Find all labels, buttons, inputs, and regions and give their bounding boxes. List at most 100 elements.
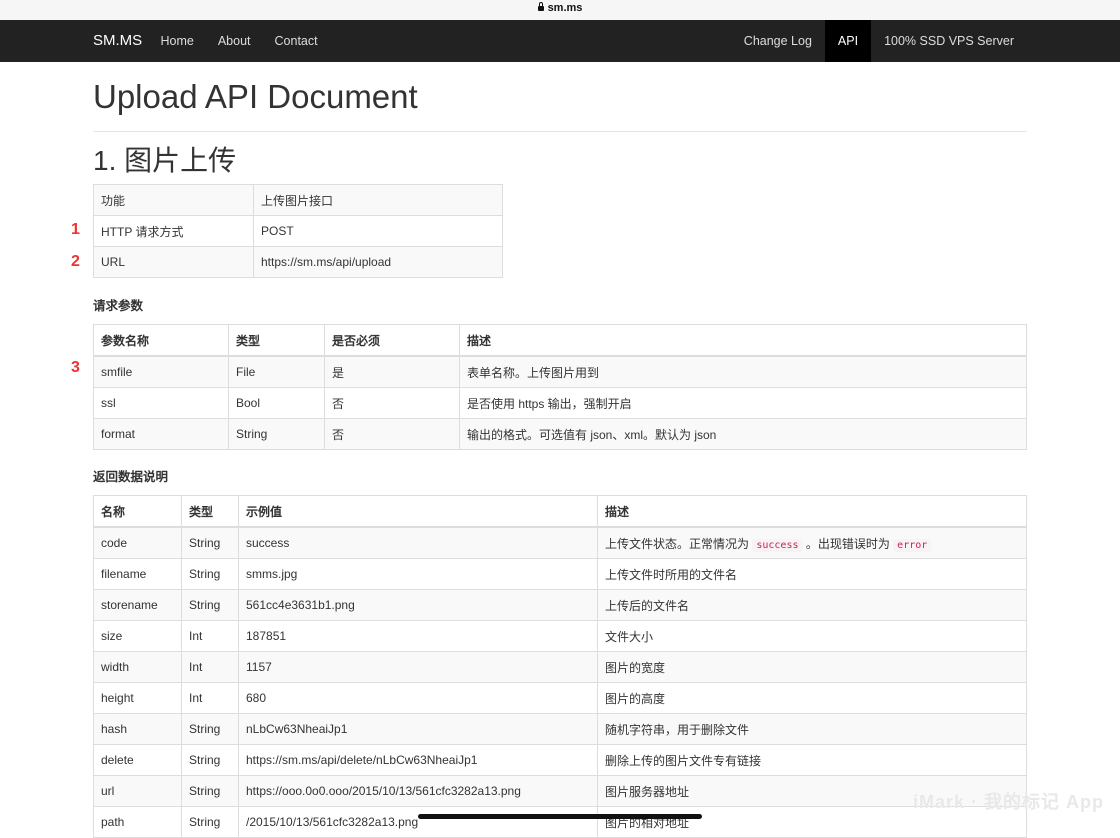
- table-row: path String /2015/10/13/561cfc3282a13.pn…: [93, 806, 1027, 838]
- table-row: url String https://ooo.0o0.ooo/2015/10/1…: [93, 775, 1027, 807]
- field-type: String: [181, 713, 239, 745]
- table-row: 功能 上传图片接口: [93, 184, 503, 216]
- param-type: String: [228, 418, 325, 450]
- address-bar[interactable]: sm.ms: [0, 0, 1120, 20]
- field-name: path: [93, 806, 182, 838]
- param-name: smfile: [93, 355, 229, 388]
- desc-text: 上传文件状态。正常情况为: [605, 536, 753, 551]
- annotation-marker-3: 3: [71, 359, 80, 376]
- param-required: 否: [324, 418, 460, 450]
- field-desc: 文件大小: [597, 620, 1027, 652]
- field-desc: 上传文件时所用的文件名: [597, 558, 1027, 590]
- nav-changelog-link[interactable]: Change Log: [731, 20, 825, 62]
- table-row: code String success 上传文件状态。正常情况为 success…: [93, 526, 1027, 559]
- code-success: success: [752, 538, 803, 552]
- field-desc: 图片的宽度: [597, 651, 1027, 683]
- nav-vps-link[interactable]: 100% SSD VPS Server: [871, 20, 1027, 62]
- param-desc: 是否使用 https 输出，强制开启: [459, 387, 1027, 419]
- info-value: POST: [253, 215, 503, 247]
- field-type: String: [181, 744, 239, 776]
- info-key: 功能: [93, 184, 254, 216]
- param-desc: 表单名称。上传图片用到: [459, 355, 1027, 388]
- table-row: URL https://sm.ms/api/upload: [93, 246, 503, 278]
- table-row: width Int 1157 图片的宽度: [93, 651, 1027, 683]
- param-desc: 输出的格式。可选值有 json、xml。默认为 json: [459, 418, 1027, 450]
- nav-api-link[interactable]: API: [824, 20, 872, 62]
- table-row: format String 否 输出的格式。可选值有 json、xml。默认为 …: [93, 418, 1027, 450]
- brand-logo[interactable]: SM.MS: [93, 20, 142, 62]
- field-desc: 上传后的文件名: [597, 589, 1027, 621]
- table-row: size Int 187851 文件大小: [93, 620, 1027, 652]
- field-type: String: [181, 775, 239, 807]
- table-header-row: 名称 类型 示例值 描述: [93, 495, 1027, 528]
- col-header: 是否必须: [324, 324, 460, 357]
- watermark: iMark · 我的标记 App: [912, 792, 1104, 812]
- field-example: https://sm.ms/api/delete/nLbCw63NheaiJp1: [238, 744, 598, 776]
- nav-contact-link[interactable]: Contact: [274, 20, 318, 62]
- table-row: hash String nLbCw63NheaiJp1 随机字符串，用于删除文件: [93, 713, 1027, 745]
- field-desc: 上传文件状态。正常情况为 success 。出现错误时为 error: [597, 526, 1027, 559]
- field-name: hash: [93, 713, 182, 745]
- section-title: 1. 图片上传: [93, 145, 237, 176]
- table-row: delete String https://sm.ms/api/delete/n…: [93, 744, 1027, 776]
- param-required: 是: [324, 355, 460, 388]
- home-indicator[interactable]: [418, 814, 702, 819]
- col-header: 示例值: [238, 495, 598, 528]
- field-example: nLbCw63NheaiJp1: [238, 713, 598, 745]
- page-title: Upload API Document: [93, 78, 418, 115]
- field-example: 561cc4e3631b1.png: [238, 589, 598, 621]
- annotation-marker-1: 1: [71, 221, 80, 238]
- field-name: url: [93, 775, 182, 807]
- table-row: ssl Bool 否 是否使用 https 输出，强制开启: [93, 387, 1027, 419]
- field-type: Int: [181, 651, 239, 683]
- response-table: 名称 类型 示例值 描述 code String success 上传文件状态。…: [93, 495, 1027, 838]
- table-row: smfile File 是 表单名称。上传图片用到: [93, 355, 1027, 388]
- request-params-heading: 请求参数: [93, 299, 144, 313]
- field-desc: 图片的高度: [597, 682, 1027, 714]
- field-example: success: [238, 526, 598, 559]
- col-header: 类型: [181, 495, 239, 528]
- table-row: storename String 561cc4e3631b1.png 上传后的文…: [93, 589, 1027, 621]
- col-header: 参数名称: [93, 324, 229, 357]
- field-example: https://ooo.0o0.ooo/2015/10/13/561cfc328…: [238, 775, 598, 807]
- field-type: String: [181, 806, 239, 838]
- address-url: sm.ms: [547, 2, 583, 14]
- field-desc: 删除上传的图片文件专有链接: [597, 744, 1027, 776]
- field-name: delete: [93, 744, 182, 776]
- api-info-table: 功能 上传图片接口 HTTP 请求方式 POST URL https://sm.…: [93, 184, 503, 278]
- table-header-row: 参数名称 类型 是否必须 描述: [93, 324, 1027, 357]
- info-key: URL: [93, 246, 254, 278]
- nav-home-link[interactable]: Home: [160, 20, 194, 62]
- field-desc: 随机字符串，用于删除文件: [597, 713, 1027, 745]
- field-example: 1157: [238, 651, 598, 683]
- field-name: height: [93, 682, 182, 714]
- field-type: Int: [181, 682, 239, 714]
- field-type: Int: [181, 620, 239, 652]
- field-name: width: [93, 651, 182, 683]
- desc-text: 。出现错误时为: [802, 536, 894, 551]
- param-required: 否: [324, 387, 460, 419]
- field-example: smms.jpg: [238, 558, 598, 590]
- annotation-marker-2: 2: [71, 253, 80, 270]
- col-header: 描述: [459, 324, 1027, 357]
- nav-right: Change Log API 100% SSD VPS Server: [731, 20, 1027, 62]
- title-divider: [93, 131, 1027, 132]
- param-name: format: [93, 418, 229, 450]
- param-type: Bool: [228, 387, 325, 419]
- table-row: filename String smms.jpg 上传文件时所用的文件名: [93, 558, 1027, 590]
- request-params-table: 参数名称 类型 是否必须 描述 smfile File 是 表单名称。上传图片用…: [93, 324, 1027, 450]
- info-value: 上传图片接口: [253, 184, 503, 216]
- param-name: ssl: [93, 387, 229, 419]
- field-example: /2015/10/13/561cfc3282a13.png: [238, 806, 598, 838]
- field-name: size: [93, 620, 182, 652]
- field-example: 680: [238, 682, 598, 714]
- nav-about-link[interactable]: About: [217, 20, 251, 62]
- lock-icon: [537, 2, 544, 11]
- field-name: storename: [93, 589, 182, 621]
- info-value[interactable]: https://sm.ms/api/upload: [253, 246, 503, 278]
- main-content: Upload API Document 1. 图片上传 功能 上传图片接口 HT…: [93, 62, 1027, 838]
- col-header: 描述: [597, 495, 1027, 528]
- info-key: HTTP 请求方式: [93, 215, 254, 247]
- field-name: code: [93, 526, 182, 559]
- param-type: File: [228, 355, 325, 388]
